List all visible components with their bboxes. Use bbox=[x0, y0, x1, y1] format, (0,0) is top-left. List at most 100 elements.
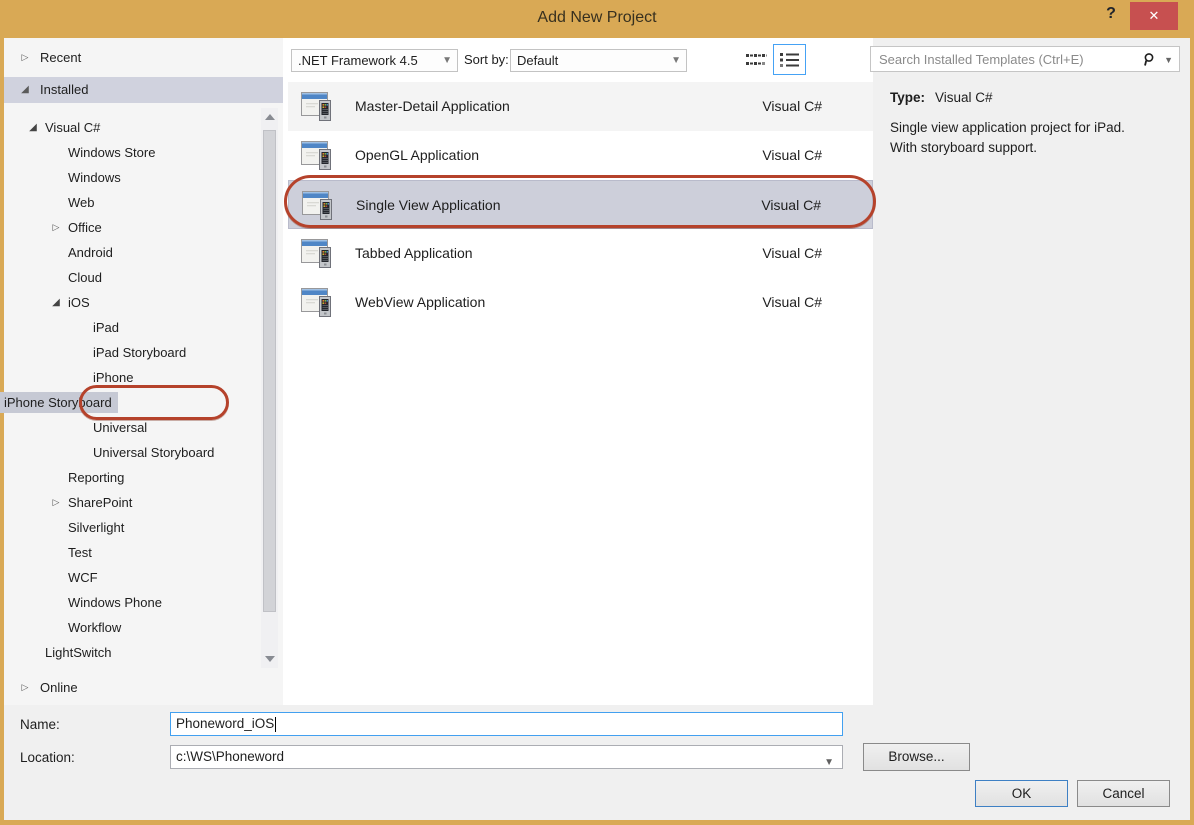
close-icon[interactable]: ✕ bbox=[1130, 2, 1178, 30]
collapse-icon[interactable]: ◢ bbox=[18, 77, 32, 103]
sidebar-item-workflow[interactable]: Workflow bbox=[4, 615, 260, 640]
sidebar-item-cloud[interactable]: Cloud bbox=[4, 265, 260, 290]
location-label: Location: bbox=[20, 750, 75, 765]
template-list-item[interactable]: Single View Application Visual C# bbox=[288, 180, 873, 229]
sidebar-item-iphone[interactable]: iPhone bbox=[4, 365, 260, 390]
scroll-down-icon[interactable] bbox=[265, 656, 275, 662]
small-icons-view-button[interactable] bbox=[742, 46, 770, 74]
sidebar-item-lightswitch[interactable]: LightSwitch bbox=[4, 640, 260, 665]
chevron-down-icon[interactable]: ▼ bbox=[824, 752, 834, 774]
sidebar-item-reporting[interactable]: Reporting bbox=[4, 465, 260, 490]
sidebar-item-installed[interactable]: ◢ Installed bbox=[4, 77, 283, 103]
collapse-icon[interactable]: ◢ bbox=[49, 290, 63, 315]
sidebar-item-label: Online bbox=[40, 680, 78, 695]
sidebar-item-windows-phone[interactable]: Windows Phone bbox=[4, 590, 260, 615]
sidebar-item-web[interactable]: Web bbox=[4, 190, 260, 215]
sidebar-item-label: Windows Store bbox=[68, 140, 155, 165]
sidebar-item-label: Recent bbox=[40, 50, 81, 65]
sidebar-item-label: Silverlight bbox=[68, 515, 124, 540]
sort-by-label: Sort by: bbox=[464, 52, 509, 67]
sidebar-item-label: iPad Storyboard bbox=[93, 340, 186, 365]
sidebar-item-android[interactable]: Android bbox=[4, 240, 260, 265]
search-input[interactable]: Search Installed Templates (Ctrl+E) ▼ bbox=[870, 46, 1180, 72]
sidebar-item-ipad[interactable]: iPad bbox=[4, 315, 260, 340]
sidebar-item-universal[interactable]: Universal bbox=[4, 415, 260, 440]
expand-icon[interactable]: ▷ bbox=[18, 675, 32, 700]
sidebar-item-recent[interactable]: ▷ Recent bbox=[4, 45, 283, 70]
sidebar-item-label: Test bbox=[68, 540, 92, 565]
sidebar-item-windows[interactable]: Windows bbox=[4, 165, 260, 190]
application-template-icon bbox=[299, 137, 335, 173]
list-view-icon bbox=[780, 52, 800, 68]
template-list-item[interactable]: Tabbed Application Visual C# bbox=[288, 229, 873, 278]
help-icon[interactable]: ? bbox=[1100, 5, 1122, 29]
sidebar-item-label: Windows bbox=[68, 165, 121, 190]
sidebar-item-silverlight[interactable]: Silverlight bbox=[4, 515, 260, 540]
template-list-item[interactable]: OpenGL Application Visual C# bbox=[288, 131, 873, 180]
application-template-icon bbox=[299, 235, 335, 271]
small-icons-icon bbox=[746, 52, 767, 68]
search-icon[interactable] bbox=[1141, 52, 1157, 68]
application-template-icon bbox=[299, 88, 335, 124]
sidebar-item-office[interactable]: ▷Office bbox=[4, 215, 260, 240]
title-bar[interactable]: Add New Project ? ✕ bbox=[0, 0, 1194, 38]
sidebar-item-label: iOS bbox=[68, 290, 90, 315]
name-label: Name: bbox=[20, 717, 60, 732]
location-combobox[interactable]: c:\WS\Phoneword ▼ bbox=[170, 745, 843, 769]
expand-icon[interactable]: ▷ bbox=[49, 490, 63, 515]
sidebar-item-label: Universal bbox=[93, 415, 147, 440]
sidebar-item-label: Workflow bbox=[68, 615, 121, 640]
template-language: Visual C# bbox=[761, 181, 821, 230]
sidebar-item-label: Office bbox=[68, 215, 102, 240]
sidebar-item-label: iPad bbox=[93, 315, 119, 340]
framework-value: .NET Framework 4.5 bbox=[292, 50, 457, 68]
template-language: Visual C# bbox=[762, 131, 822, 180]
template-name: WebView Application bbox=[355, 278, 485, 327]
sidebar-item-ios[interactable]: ◢iOS bbox=[4, 290, 260, 315]
sidebar-item-label: Reporting bbox=[68, 465, 124, 490]
sidebar-item-label: SharePoint bbox=[68, 490, 132, 515]
sidebar-item-iphone-storyboard[interactable]: iPhone Storyboard bbox=[4, 390, 260, 415]
expand-icon[interactable]: ▷ bbox=[18, 45, 32, 70]
sidebar-item-online[interactable]: ▷ Online bbox=[4, 675, 283, 700]
sidebar-scrollbar[interactable] bbox=[261, 108, 278, 668]
scrollbar-thumb[interactable] bbox=[263, 130, 276, 612]
sidebar-item-label: Web bbox=[68, 190, 95, 215]
sidebar-item-test[interactable]: Test bbox=[4, 540, 260, 565]
template-language: Visual C# bbox=[762, 229, 822, 278]
sidebar-item-sharepoint[interactable]: ▷SharePoint bbox=[4, 490, 260, 515]
scroll-up-icon[interactable] bbox=[265, 114, 275, 120]
ok-button[interactable]: OK bbox=[975, 780, 1068, 807]
sort-value: Default bbox=[511, 50, 686, 68]
template-list-item[interactable]: Master-Detail Application Visual C# bbox=[288, 82, 873, 131]
sidebar-item-label: LightSwitch bbox=[45, 640, 111, 665]
chevron-down-icon[interactable]: ▼ bbox=[1164, 55, 1173, 65]
sidebar-item-label: Windows Phone bbox=[68, 590, 162, 615]
location-value: c:\WS\Phoneword bbox=[176, 749, 284, 764]
collapse-icon[interactable]: ◢ bbox=[26, 115, 40, 140]
sidebar-item-ipad-storyboard[interactable]: iPad Storyboard bbox=[4, 340, 260, 365]
application-template-icon bbox=[300, 187, 336, 223]
template-description: Single view application project for iPad… bbox=[890, 118, 1190, 158]
expand-icon[interactable]: ▷ bbox=[49, 215, 63, 240]
framework-dropdown[interactable]: .NET Framework 4.5 ▼ bbox=[291, 49, 458, 72]
sidebar-item-label: iPhone bbox=[93, 365, 133, 390]
add-new-project-dialog: Add New Project ? ✕ ▷ Recent ◢ Installed… bbox=[0, 0, 1194, 825]
sidebar-item-label: Installed bbox=[40, 82, 88, 97]
list-view-button[interactable] bbox=[773, 44, 806, 75]
cancel-button[interactable]: Cancel bbox=[1077, 780, 1170, 807]
sidebar-item-wcf[interactable]: WCF bbox=[4, 565, 260, 590]
template-name: Master-Detail Application bbox=[355, 82, 510, 131]
sidebar-item-windows-store[interactable]: Windows Store bbox=[4, 140, 260, 165]
template-list-item[interactable]: WebView Application Visual C# bbox=[288, 278, 873, 327]
sidebar-item-visual-c-[interactable]: ◢Visual C# bbox=[4, 115, 260, 140]
text-caret bbox=[275, 717, 276, 732]
sort-dropdown[interactable]: Default ▼ bbox=[510, 49, 687, 72]
search-placeholder: Search Installed Templates (Ctrl+E) bbox=[879, 52, 1084, 67]
browse-button[interactable]: Browse... bbox=[863, 743, 970, 771]
sidebar-item-label: Visual C# bbox=[45, 115, 100, 140]
template-name: OpenGL Application bbox=[355, 131, 479, 180]
chevron-down-icon: ▼ bbox=[671, 55, 681, 66]
sidebar-item-universal-storyboard[interactable]: Universal Storyboard bbox=[4, 440, 260, 465]
name-input[interactable]: Phoneword_iOS bbox=[170, 712, 843, 736]
